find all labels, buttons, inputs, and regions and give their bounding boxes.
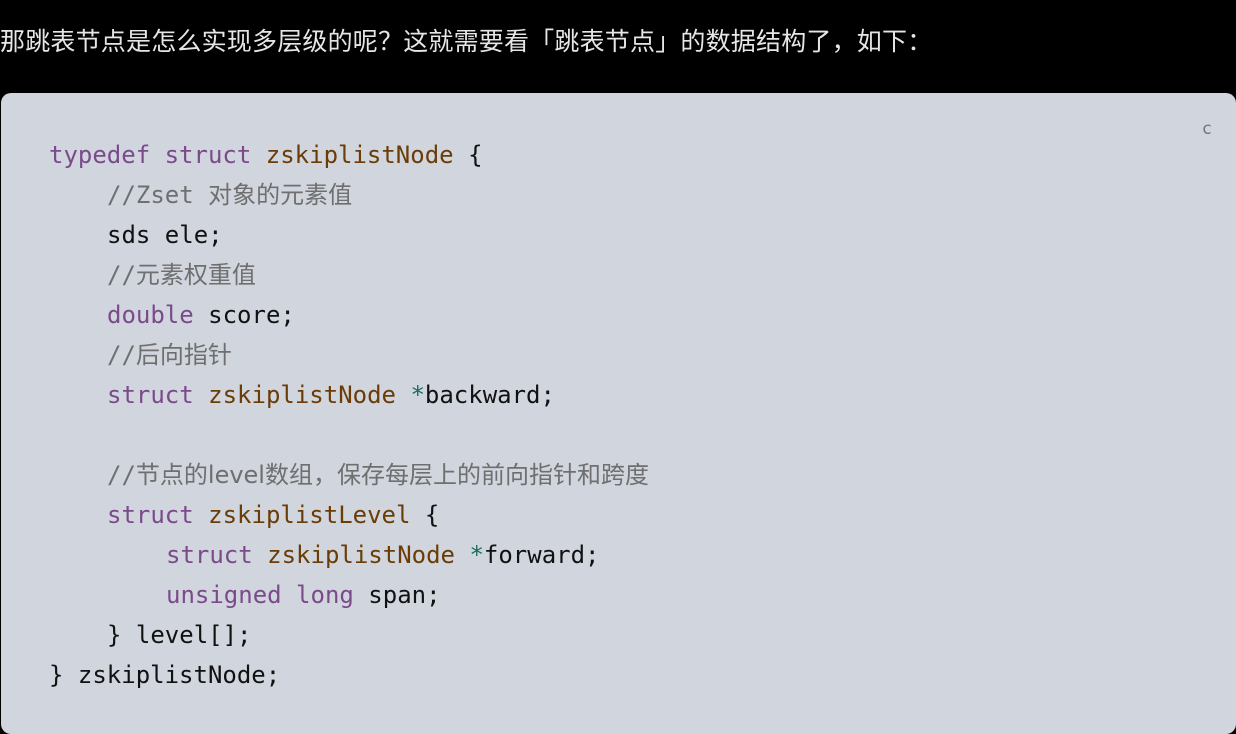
code-line-7: struct zskiplistNode *backward;: [49, 375, 649, 415]
type-name: zskiplistNode: [267, 541, 455, 569]
code-line-1: typedef struct zskiplistNode {: [49, 135, 649, 175]
type-name: zskiplistNode: [265, 141, 454, 169]
code-line-9: //节点的level数组，保存每层上的前向指针和跨度: [49, 455, 649, 495]
pointer-operator: *: [469, 541, 484, 569]
comment-text: 元素权重值: [135, 261, 256, 289]
code-line-4: //元素权重值: [49, 255, 649, 295]
comment-text: 对象的元素值: [208, 181, 353, 209]
code-content: typedef struct zskiplistNode { //Zset 对象…: [49, 135, 649, 695]
keyword: double: [107, 301, 194, 329]
keyword: struct: [164, 141, 252, 169]
comment: //Zset 对象的元素值: [107, 181, 352, 209]
comment-prefix: //: [107, 461, 136, 489]
comment: //节点的level数组，保存每层上的前向指针和跨度: [107, 461, 649, 489]
comment-prefix: //: [107, 261, 136, 289]
code-text: sds ele;: [107, 221, 223, 249]
code-text: score;: [208, 301, 295, 329]
code-text: backward;: [424, 381, 555, 409]
keyword: unsigned: [166, 581, 282, 609]
comment-text: 节点的level数组，保存每层上的前向指针和跨度: [135, 461, 649, 489]
comment-prefix: //Zset: [107, 181, 194, 209]
code-line-6: //后向指针: [49, 335, 649, 375]
comment: //元素权重值: [107, 261, 256, 289]
keyword: long: [296, 581, 354, 609]
code-line-10: struct zskiplistLevel {: [49, 495, 649, 535]
type-name: zskiplistLevel: [208, 501, 411, 529]
code-line-14: } zskiplistNode;: [49, 655, 649, 695]
comment-text: 后向指针: [135, 341, 232, 369]
code-line-12: unsigned long span;: [49, 575, 649, 615]
keyword: struct: [166, 541, 253, 569]
code-text: {: [424, 501, 440, 529]
comment: //后向指针: [107, 341, 232, 369]
copy-code-button[interactable]: c: [1202, 119, 1212, 139]
keyword: struct: [107, 501, 194, 529]
type-name: zskiplistNode: [208, 381, 396, 409]
comment-prefix: //: [107, 341, 136, 369]
code-block: c typedef struct zskiplistNode { //Zset …: [1, 93, 1236, 734]
code-text: span;: [368, 581, 441, 609]
keyword: struct: [107, 381, 194, 409]
code-line-5: double score;: [49, 295, 649, 335]
code-line-11: struct zskiplistNode *forward;: [49, 535, 649, 575]
code-text: {: [468, 141, 483, 169]
intro-paragraph: 那跳表节点是怎么实现多层级的呢？这就需要看「跳表节点」的数据结构了，如下：: [0, 27, 933, 56]
code-line-2: //Zset 对象的元素值: [49, 175, 649, 215]
keyword: typedef: [49, 141, 151, 169]
code-line-13: } level[];: [49, 615, 649, 655]
code-line-3: sds ele;: [49, 215, 649, 255]
pointer-operator: *: [410, 381, 425, 409]
code-text: } level[];: [107, 621, 252, 649]
code-text: } zskiplistNode;: [49, 661, 281, 689]
code-text: forward;: [483, 541, 600, 569]
